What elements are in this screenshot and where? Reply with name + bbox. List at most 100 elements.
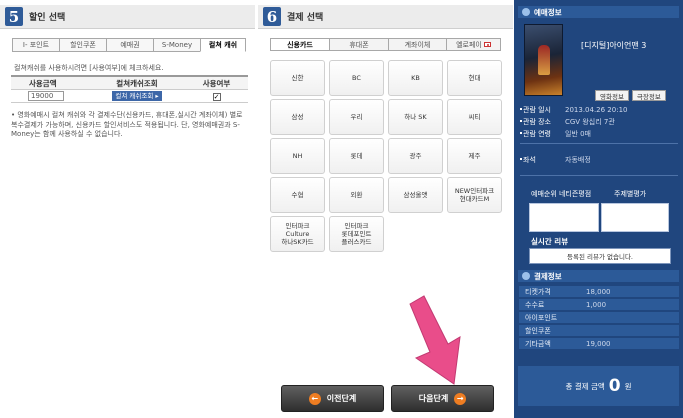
card-bc[interactable]: BC (329, 60, 384, 96)
col-use: 사용여부 (202, 78, 231, 88)
next-step-button[interactable]: 다음단계 → (391, 385, 494, 412)
discount-tabs: I- 포인트 할인쿠폰 예매권 S-Money 컬쳐 캐쉬 (12, 38, 246, 52)
pay-row-coupon: 할인쿠폰 (519, 325, 679, 337)
info-key: 관람 장소 (523, 117, 551, 126)
step-number-badge: 6 (263, 7, 281, 26)
card-nh[interactable]: NH (270, 138, 325, 174)
card-citi[interactable]: 씨티 (447, 99, 502, 135)
card-suhyup[interactable]: 수협 (270, 177, 325, 213)
pointer-arrow-icon (409, 295, 461, 385)
divider (520, 175, 678, 176)
total-unit: 원 (624, 381, 632, 391)
tab-ipoint[interactable]: I- 포인트 (12, 38, 59, 52)
pay-row-fee: 수수료 1,000 (519, 299, 679, 311)
tab-label: 계좌이체 (404, 40, 431, 49)
divider (520, 143, 678, 144)
tab-culture-cash[interactable]: 컬쳐 캐쉬 (200, 38, 246, 52)
pay-key: 기타금액 (525, 339, 551, 348)
culture-cash-lookup-button[interactable]: 컬쳐 캐쉬조회 ▸ (112, 91, 162, 101)
payment-header: 6 결제 선택 (258, 5, 513, 29)
left-arrow-icon: ← (308, 392, 321, 405)
movie-title: [디지털]아이언맨 3 (581, 41, 647, 50)
tab-coupon[interactable]: 할인쿠폰 (59, 38, 106, 52)
discount-title: 할인 선택 (29, 13, 66, 23)
tab-smoney[interactable]: S-Money (153, 38, 200, 52)
info-row-audience: 관람 연령 일반 0매 (520, 129, 680, 138)
card-hyundai[interactable]: 현대 (447, 60, 502, 96)
card-jeju[interactable]: 제주 (447, 138, 502, 174)
card-shinhan[interactable]: 신한 (270, 60, 325, 96)
card-gwangju[interactable]: 광주 (388, 138, 443, 174)
movie-buttons: 영화정보 극장정보 (595, 90, 666, 101)
total-label: 총 결제 금액 (565, 381, 605, 391)
discount-header: 5 할인 선택 (0, 5, 255, 29)
tab-yellowpay[interactable]: 옐로페이 (446, 38, 501, 51)
card-interpark-lotte[interactable]: 인터파크 롯데포인트 플러스카드 (329, 216, 384, 252)
total-value: 0 (608, 376, 621, 396)
booking-info-header: 예매정보 (518, 6, 679, 18)
pay-value: 19,000 (586, 339, 611, 348)
card-interpark-hyundai-m[interactable]: NEW인터파크 현대카드M (447, 177, 502, 213)
pay-value: 18,000 (586, 287, 611, 296)
card-interpark-culture[interactable]: 인터파크 Culture 하나SK카드 (270, 216, 325, 252)
card-grid: 신한 BC KB 현대 삼성 우리 하나 SK 씨티 NH 롯데 광주 제주 수… (270, 60, 502, 252)
booking-info-title: 예매정보 (534, 7, 562, 17)
info-key: 관람 일시 (523, 105, 551, 114)
step-number-badge: 5 (5, 7, 23, 26)
info-value: 자동배정 (565, 155, 591, 164)
bullet-icon (522, 8, 530, 16)
tab-bank-transfer[interactable]: 계좌이체 (388, 38, 446, 51)
movie-poster (524, 24, 563, 96)
pay-key: 수수료 (525, 300, 545, 309)
total-amount-box: 총 결제 금액 0 원 (518, 366, 679, 406)
review-box: 등록된 리뷰가 없습니다. (529, 248, 671, 264)
card-kb[interactable]: KB (388, 60, 443, 96)
culture-cash-table: 사용금액 컬쳐캐쉬조회 사용여부 19000 컬쳐 캐쉬조회 ▸ ✓ (11, 75, 248, 103)
card-woori[interactable]: 우리 (329, 99, 384, 135)
card-hana-sk[interactable]: 하나 SK (388, 99, 443, 135)
payment-tabs: 신용카드 휴대폰 계좌이체 옐로페이 (270, 38, 501, 51)
pay-row-ipoint: 아이포인트 (519, 312, 679, 324)
theme-rating-label: 주제별평가 (614, 190, 647, 198)
info-row-place: 관람 장소 CGV 왕십리 7관 (520, 117, 680, 126)
theme-rating-box (601, 203, 669, 232)
card-lotte[interactable]: 롯데 (329, 138, 384, 174)
prev-step-button[interactable]: ← 이전단계 (281, 385, 384, 412)
tab-label: 신용카드 (287, 40, 313, 49)
discount-section: 5 할인 선택 I- 포인트 할인쿠폰 예매권 S-Money 컬쳐 캐쉬 컬쳐… (0, 0, 258, 418)
card-keb[interactable]: 외환 (329, 177, 384, 213)
table-row: 19000 컬쳐 캐쉬조회 ▸ ✓ (11, 90, 248, 103)
info-row-datetime: 관람 일시 2013.04.26 20:10 (520, 105, 680, 114)
pay-value: 1,000 (586, 300, 607, 309)
tab-credit-card[interactable]: 신용카드 (270, 38, 329, 51)
amount-input[interactable]: 19000 (28, 91, 64, 101)
pay-row-ticket: 티켓가격 18,000 (519, 286, 679, 298)
right-arrow-icon: → (454, 392, 467, 405)
payment-section: 6 결제 선택 신용카드 휴대폰 계좌이체 옐로페이 신한 BC KB 현대 삼… (258, 0, 514, 418)
next-step-label: 다음단계 (418, 394, 449, 403)
info-row-seat: 좌석 자동배정 (520, 155, 680, 164)
pay-row-other: 기타금액 19,000 (519, 338, 679, 350)
card-samsung-allat[interactable]: 삼성올앳 (388, 177, 443, 213)
movie-info-button[interactable]: 영화정보 (595, 90, 629, 101)
theater-info-button[interactable]: 극장정보 (631, 90, 666, 101)
info-key: 좌석 (523, 155, 536, 164)
tab-voucher[interactable]: 예매권 (106, 38, 153, 52)
culture-cash-hint: 컬쳐캐쉬를 사용하시려면 [사용여부]에 체크하세요. (14, 64, 164, 72)
booking-sidebar: 예매정보 [디지털]아이언맨 3 영화정보 극장정보 관람 일시 2013.04… (514, 0, 683, 418)
prev-step-label: 이전단계 (326, 394, 357, 403)
pay-key: 아이포인트 (525, 313, 558, 322)
payment-info-title: 결제정보 (534, 271, 562, 281)
col-amount: 사용금액 (29, 78, 57, 88)
info-key: 관람 연령 (523, 129, 551, 138)
rank-rating-label: 예매순위 네티즌평점 (531, 190, 592, 198)
payment-title: 결제 선택 (287, 13, 324, 23)
use-checkbox[interactable]: ✓ (212, 92, 221, 101)
tab-mobile[interactable]: 휴대폰 (329, 38, 388, 51)
card-samsung[interactable]: 삼성 (270, 99, 325, 135)
discount-notice: • 영화예매시 컬쳐 캐쉬와 각 결제수단(신용카드, 휴대폰,실시간 계좌이체… (11, 111, 243, 138)
pay-key: 할인쿠폰 (525, 326, 551, 335)
rank-rating-box (529, 203, 599, 232)
table-header-row: 사용금액 컬쳐캐쉬조회 사용여부 (11, 77, 248, 90)
payment-info-header: 결제정보 (518, 270, 679, 282)
